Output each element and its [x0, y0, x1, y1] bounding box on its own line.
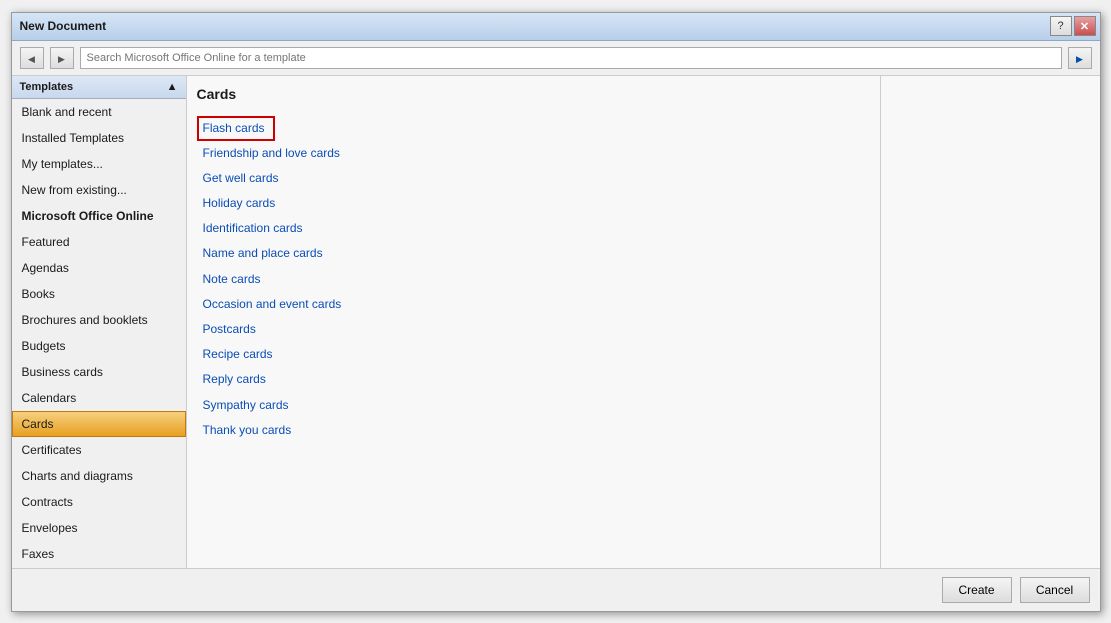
- title-bar-controls: ? ✕: [1050, 16, 1096, 36]
- card-link-flash-cards[interactable]: Flash cards: [197, 116, 275, 141]
- forward-button[interactable]: [50, 47, 74, 69]
- sidebar-item-certificates[interactable]: Certificates: [12, 437, 186, 463]
- main-panel: Cards Flash cardsFriendship and love car…: [187, 76, 880, 568]
- window-title: New Document: [20, 19, 107, 33]
- close-button[interactable]: ✕: [1074, 16, 1096, 36]
- footer: Create Cancel: [12, 568, 1100, 611]
- sidebar-item-books[interactable]: Books: [12, 281, 186, 307]
- card-link-note[interactable]: Note cards: [197, 267, 870, 292]
- new-document-window: New Document ? ✕ Templates ▲ Blank and r…: [11, 12, 1101, 612]
- sidebar-item-blank-recent[interactable]: Blank and recent: [12, 99, 186, 125]
- sidebar: Templates ▲ Blank and recentInstalled Te…: [12, 76, 187, 568]
- card-links-container: Flash cardsFriendship and love cardsGet …: [197, 116, 870, 443]
- search-go-button[interactable]: [1068, 47, 1092, 69]
- sidebar-header: Templates ▲: [12, 76, 186, 99]
- help-button[interactable]: ?: [1050, 16, 1072, 36]
- card-link-get-well[interactable]: Get well cards: [197, 166, 870, 191]
- card-link-thank-you[interactable]: Thank you cards: [197, 418, 870, 443]
- toolbar: [12, 41, 1100, 76]
- card-link-occasion-event[interactable]: Occasion and event cards: [197, 292, 870, 317]
- sidebar-item-envelopes[interactable]: Envelopes: [12, 515, 186, 541]
- sidebar-item-featured[interactable]: Featured: [12, 229, 186, 255]
- sidebar-item-ms-online: Microsoft Office Online: [12, 203, 186, 229]
- sidebar-items-container: Blank and recentInstalled TemplatesMy te…: [12, 99, 186, 568]
- card-link-holiday[interactable]: Holiday cards: [197, 191, 870, 216]
- sidebar-item-charts-diagrams[interactable]: Charts and diagrams: [12, 463, 186, 489]
- sidebar-title: Templates: [20, 81, 74, 93]
- content-area: Templates ▲ Blank and recentInstalled Te…: [12, 76, 1100, 568]
- sidebar-collapse-icon: ▲: [167, 81, 178, 93]
- sidebar-item-my-templates[interactable]: My templates...: [12, 151, 186, 177]
- search-input[interactable]: [80, 47, 1062, 69]
- create-button[interactable]: Create: [942, 577, 1012, 603]
- card-link-sympathy[interactable]: Sympathy cards: [197, 393, 870, 418]
- card-link-reply[interactable]: Reply cards: [197, 367, 870, 392]
- card-link-recipe[interactable]: Recipe cards: [197, 342, 870, 367]
- cancel-button[interactable]: Cancel: [1020, 577, 1090, 603]
- card-link-identification[interactable]: Identification cards: [197, 216, 870, 241]
- sidebar-item-new-from-existing[interactable]: New from existing...: [12, 177, 186, 203]
- sidebar-item-calendars[interactable]: Calendars: [12, 385, 186, 411]
- search-go-icon: [1076, 51, 1083, 65]
- sidebar-item-contracts[interactable]: Contracts: [12, 489, 186, 515]
- back-button[interactable]: [20, 47, 44, 69]
- sidebar-item-faxes[interactable]: Faxes: [12, 541, 186, 567]
- sidebar-item-budgets[interactable]: Budgets: [12, 333, 186, 359]
- sidebar-item-agendas[interactable]: Agendas: [12, 255, 186, 281]
- section-title: Cards: [197, 86, 870, 106]
- card-link-name-place[interactable]: Name and place cards: [197, 241, 870, 266]
- forward-arrow-icon: [58, 51, 65, 65]
- sidebar-item-brochures-booklets[interactable]: Brochures and booklets: [12, 307, 186, 333]
- card-link-friendship-love[interactable]: Friendship and love cards: [197, 141, 870, 166]
- sidebar-item-installed-templates[interactable]: Installed Templates: [12, 125, 186, 151]
- sidebar-item-business-cards[interactable]: Business cards: [12, 359, 186, 385]
- sidebar-item-cards[interactable]: Cards: [12, 411, 186, 437]
- card-link-postcards[interactable]: Postcards: [197, 317, 870, 342]
- right-panel: [880, 76, 1100, 568]
- back-arrow-icon: [28, 51, 35, 65]
- title-bar: New Document ? ✕: [12, 13, 1100, 41]
